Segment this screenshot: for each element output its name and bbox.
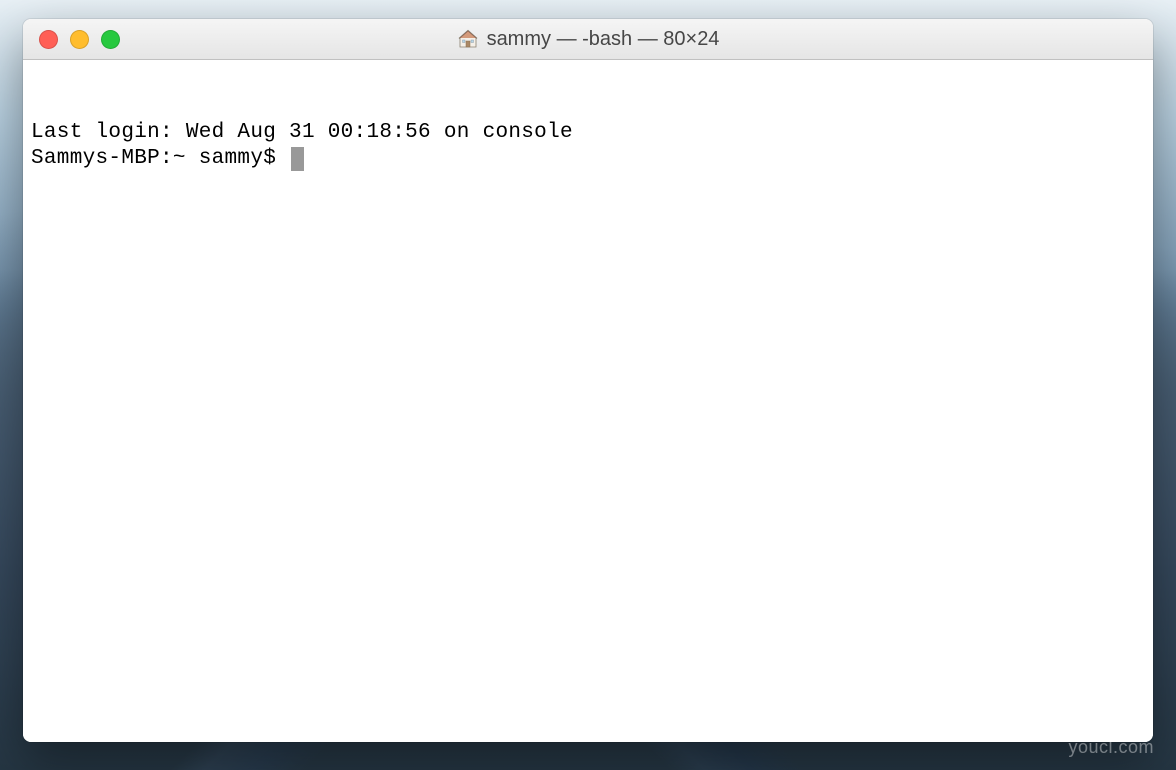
window-title-bar[interactable]: sammy — -bash — 80×24 <box>23 19 1153 60</box>
terminal-body[interactable]: Last login: Wed Aug 31 00:18:56 on conso… <box>23 60 1153 742</box>
last-login-line: Last login: Wed Aug 31 00:18:56 on conso… <box>31 120 1145 146</box>
close-button[interactable] <box>39 30 58 49</box>
watermark: youcl.com <box>1068 737 1154 758</box>
home-icon <box>457 28 479 50</box>
shell-prompt: Sammys-MBP:~ sammy$ <box>31 146 289 172</box>
title-content: sammy — -bash — 80×24 <box>457 28 720 51</box>
minimize-button[interactable] <box>70 30 89 49</box>
terminal-window: sammy — -bash — 80×24 Last login: Wed Au… <box>23 19 1153 742</box>
maximize-button[interactable] <box>101 30 120 49</box>
window-title-text: sammy — -bash — 80×24 <box>487 28 720 51</box>
traffic-lights <box>23 30 120 49</box>
cursor <box>291 147 304 171</box>
